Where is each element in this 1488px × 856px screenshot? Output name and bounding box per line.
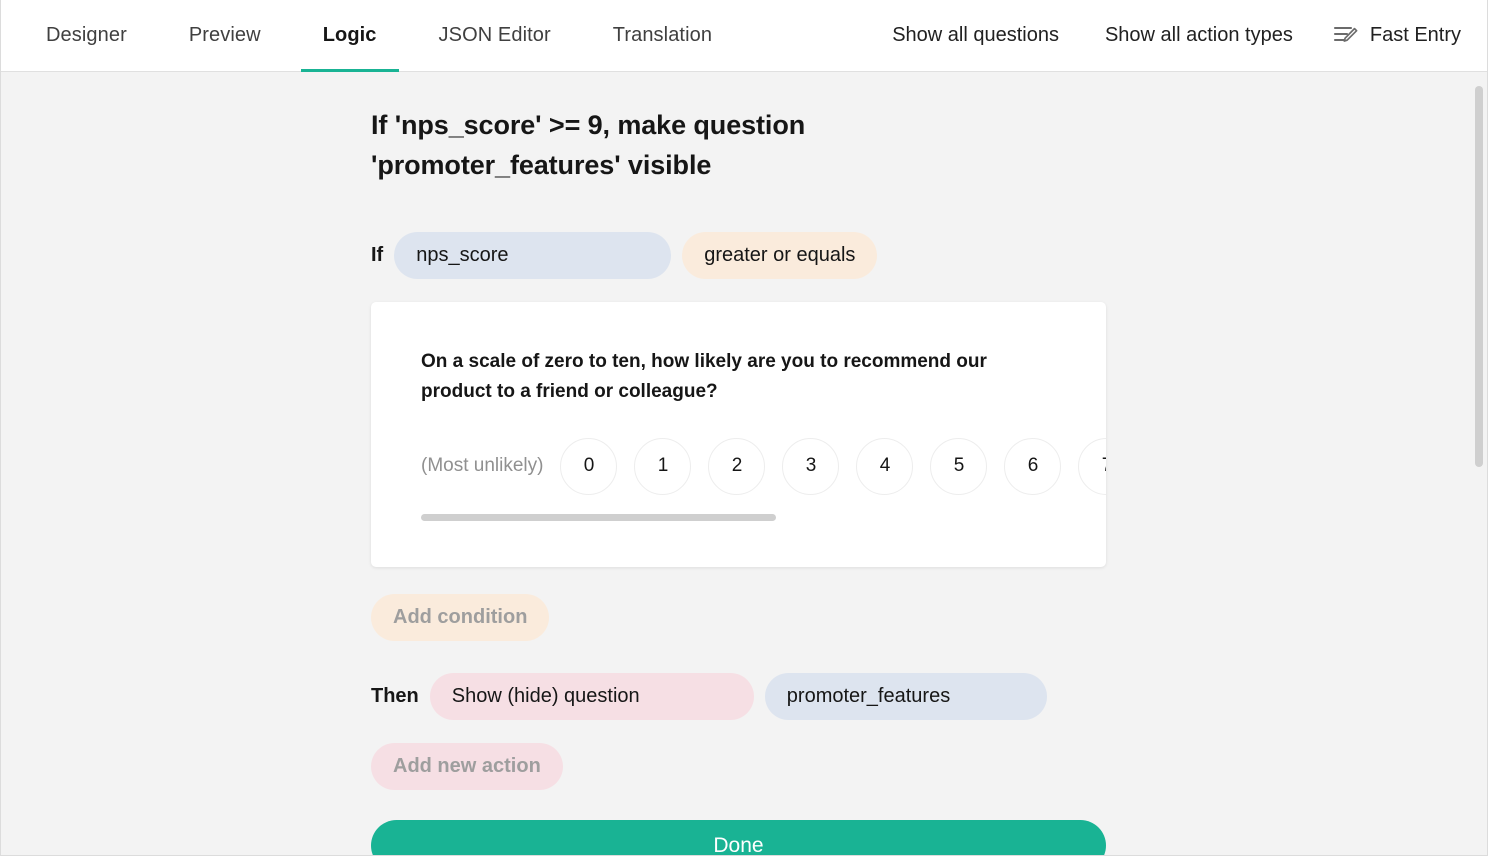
page-vertical-scrollbar-thumb[interactable]: [1475, 86, 1483, 467]
toolbar-actions: Show all questions Show all action types…: [858, 0, 1487, 71]
logic-editor-screen: Designer Preview Logic JSON Editor Trans…: [0, 0, 1488, 856]
rating-item[interactable]: 2: [708, 437, 766, 495]
add-condition-label: Add condition: [393, 606, 528, 629]
add-action-wrapper: Add new action: [371, 743, 1106, 791]
tab-logic-label: Logic: [322, 24, 377, 46]
show-all-action-types-label: Show all action types: [1104, 24, 1293, 46]
rating-item-label: 5: [953, 455, 965, 477]
tab-translation[interactable]: Translation: [591, 0, 734, 71]
condition-row: If nps_score greater or equals: [371, 232, 1106, 280]
logic-rule-scroll-area: If 'nps_score' >= 9, make question 'prom…: [1, 72, 1487, 855]
tab-json-editor-label: JSON Editor: [438, 24, 551, 46]
show-all-questions-label: Show all questions: [892, 24, 1059, 46]
rating-item[interactable]: 4: [856, 437, 914, 495]
condition-question-value: nps_score: [416, 244, 509, 267]
action-row: Then Show (hide) question promoter_featu…: [371, 673, 1106, 721]
action-type-value: Show (hide) question: [451, 685, 640, 708]
rating-horizontal-scrollbar-thumb[interactable]: [421, 514, 776, 522]
show-all-action-types-button[interactable]: Show all action types: [1093, 24, 1305, 47]
rating-item[interactable]: 3: [782, 437, 840, 495]
rating-item-label: 6: [1027, 455, 1039, 477]
rating-item[interactable]: 6: [1004, 437, 1062, 495]
rating-horizontal-scrollbar[interactable]: [421, 514, 1106, 522]
nps-rating-scale[interactable]: (Most unlikely) 0 1 2 3 4 5 6 7 8: [421, 428, 1106, 504]
rating-item[interactable]: 1: [634, 437, 692, 495]
rating-item-label: 0: [583, 455, 595, 477]
tab-translation-label: Translation: [612, 24, 713, 46]
rating-item[interactable]: 7: [1078, 437, 1106, 495]
rating-item-label: 4: [879, 455, 891, 477]
tab-designer-label: Designer: [46, 24, 127, 46]
rating-item[interactable]: 0: [560, 437, 618, 495]
lines-pencil-icon: [1333, 24, 1359, 48]
fast-entry-button[interactable]: Fast Entry: [1333, 24, 1461, 48]
tab-preview[interactable]: Preview: [167, 0, 283, 71]
preview-question-title: On a scale of zero to ten, how likely ar…: [421, 351, 987, 402]
add-condition-wrapper: Add condition: [371, 594, 1106, 642]
tab-list: Designer Preview Logic JSON Editor Trans…: [1, 0, 743, 72]
tab-preview-label: Preview: [188, 24, 261, 46]
logic-rule-editor: If 'nps_score' >= 9, make question 'prom…: [371, 106, 1106, 855]
page-vertical-scrollbar[interactable]: [1472, 73, 1486, 855]
action-type-selector[interactable]: Show (hide) question: [429, 673, 754, 721]
done-button[interactable]: Done: [371, 820, 1106, 855]
rating-item-label: 1: [657, 455, 669, 477]
then-keyword: Then: [371, 685, 419, 708]
action-target-value: promoter_features: [786, 685, 951, 708]
condition-operator-value: greater or equals: [704, 244, 856, 267]
rating-item-label: 2: [731, 455, 743, 477]
rating-item[interactable]: 5: [930, 437, 988, 495]
tab-logic[interactable]: Logic: [300, 0, 399, 72]
rating-min-label: (Most unlikely): [421, 455, 544, 477]
top-tab-bar: Designer Preview Logic JSON Editor Trans…: [1, 0, 1487, 72]
condition-operator-selector[interactable]: greater or equals: [682, 232, 878, 280]
condition-question-selector[interactable]: nps_score: [394, 232, 672, 280]
rating-item-label: 7: [1102, 455, 1106, 477]
tab-designer[interactable]: Designer: [24, 0, 149, 71]
question-preview-card: On a scale of zero to ten, how likely ar…: [371, 302, 1106, 568]
if-keyword: If: [371, 244, 384, 267]
rule-title: If 'nps_score' >= 9, make question 'prom…: [371, 110, 806, 180]
add-new-action-button[interactable]: Add new action: [371, 743, 563, 791]
fast-entry-label: Fast Entry: [1369, 24, 1461, 46]
add-new-action-label: Add new action: [393, 755, 541, 778]
action-target-selector[interactable]: promoter_features: [764, 673, 1047, 721]
add-condition-button[interactable]: Add condition: [371, 594, 550, 642]
rating-item-label: 3: [805, 455, 817, 477]
show-all-questions-button[interactable]: Show all questions: [880, 24, 1071, 47]
tab-json-editor[interactable]: JSON Editor: [417, 0, 573, 71]
